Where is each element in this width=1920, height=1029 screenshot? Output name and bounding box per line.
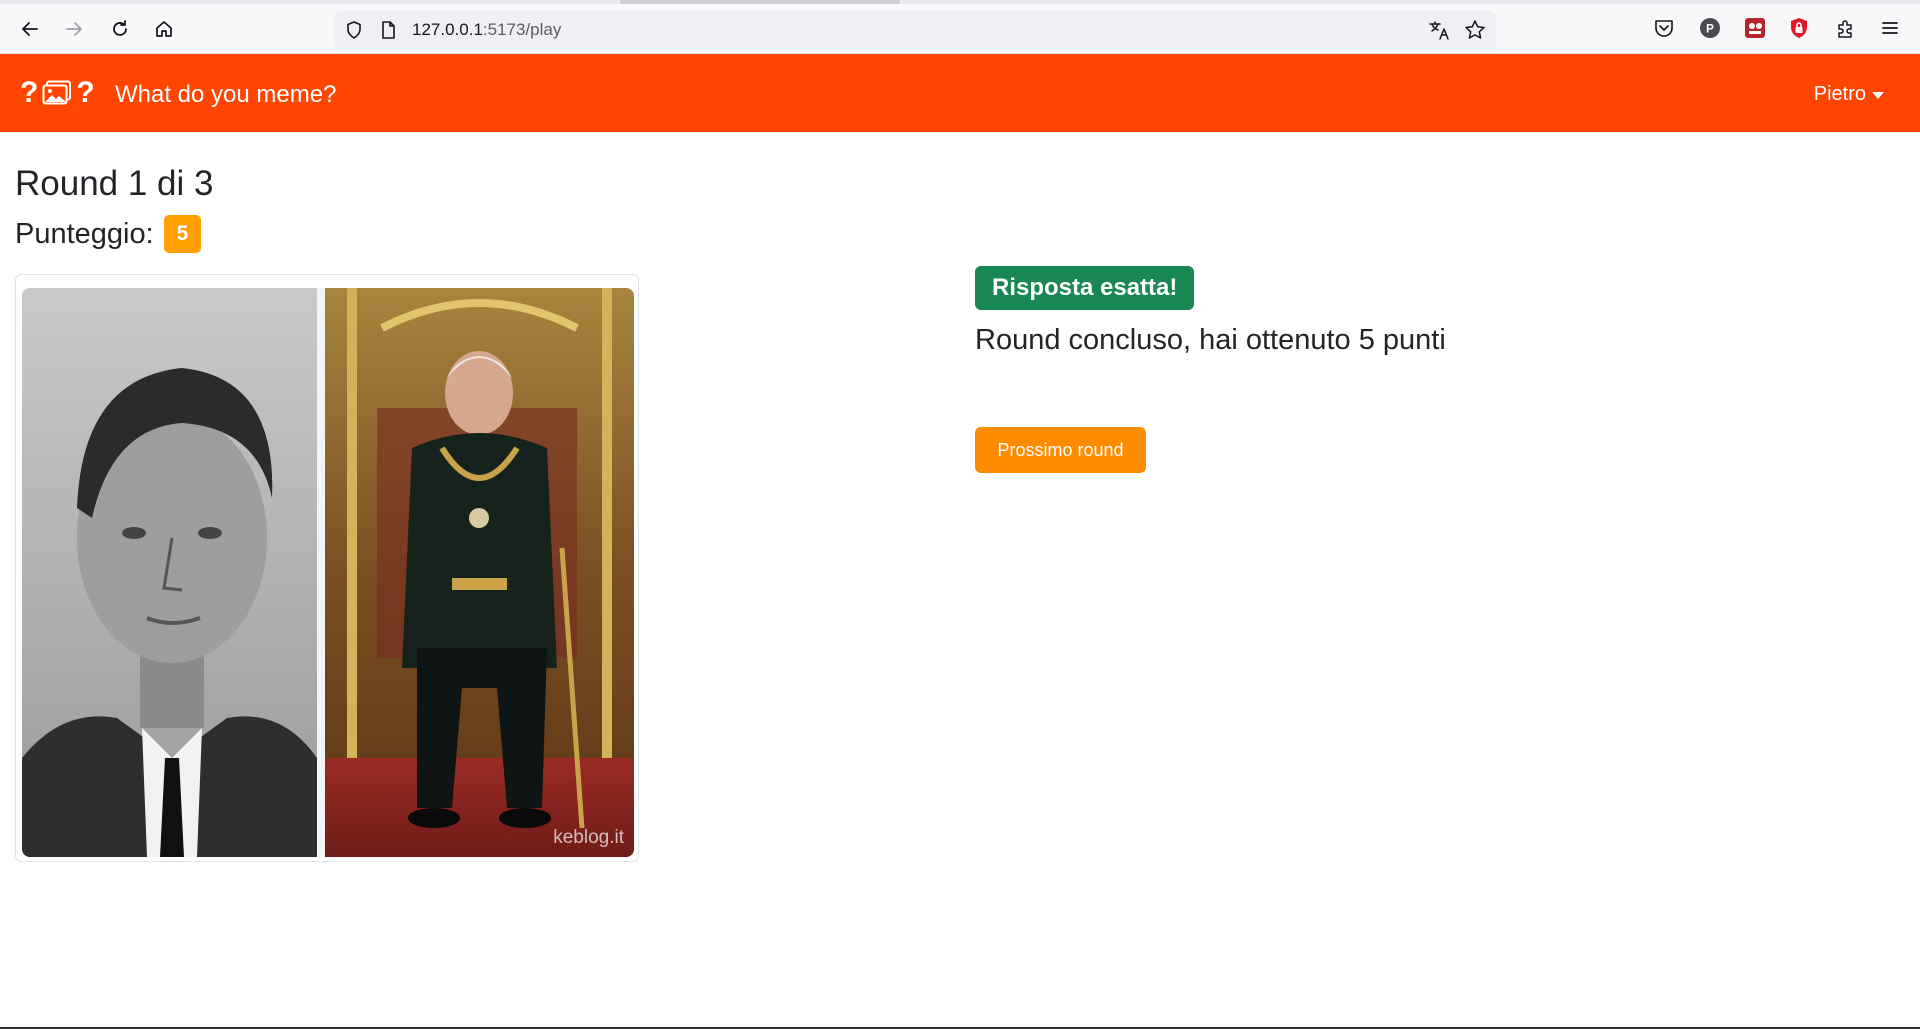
caret-down-icon — [1872, 91, 1884, 99]
meme-watermark: keblog.it — [553, 827, 624, 848]
user-name: Pietro — [1813, 83, 1866, 105]
translate-icon[interactable] — [1428, 19, 1450, 41]
reload-icon[interactable] — [104, 13, 136, 45]
pocket-icon[interactable] — [1652, 16, 1676, 40]
profile-p-icon[interactable]: P — [1698, 16, 1722, 40]
forward-arrow-icon[interactable] — [58, 13, 90, 45]
user-dropdown[interactable]: Pietro — [1814, 82, 1884, 106]
svg-text:P: P — [1706, 22, 1714, 36]
active-tab-edge[interactable] — [620, 0, 900, 4]
meme-image: keblog.it — [22, 288, 634, 857]
url-host: 127.0.0.1 — [412, 20, 483, 39]
app-navbar: ? ? What do you meme? Pietro — [0, 54, 1920, 132]
browser-toolbar: 127.0.0.1:5173/play P — [0, 0, 1920, 54]
menu-icon[interactable] — [1878, 16, 1902, 40]
brand-logo[interactable]: ? ? — [20, 76, 95, 109]
url-path: :5173/play — [482, 20, 562, 39]
next-round-button[interactable]: Prossimo round — [975, 427, 1146, 473]
extension-red-icon[interactable] — [1743, 16, 1767, 40]
result-badge: Risposta esatta! — [975, 266, 1195, 310]
score-badge: 5 — [163, 215, 202, 253]
score-label: Punteggio: — [15, 218, 154, 250]
home-icon[interactable] — [148, 13, 180, 45]
meme-picture — [22, 288, 634, 857]
shield-icon[interactable] — [344, 20, 364, 40]
lock-shield-icon[interactable] — [1787, 16, 1811, 40]
url-text[interactable]: 127.0.0.1:5173/play — [412, 20, 561, 40]
result-message: Round concluso, hai ottenuto 5 punti — [975, 324, 1446, 356]
star-icon[interactable] — [1464, 19, 1486, 41]
url-bar[interactable]: 127.0.0.1:5173/play — [334, 11, 1496, 49]
question-mark-icon: ? — [76, 76, 95, 109]
score-row: Punteggio: 5 — [15, 214, 202, 254]
meme-card: keblog.it — [15, 274, 639, 862]
question-mark-icon: ? — [20, 76, 39, 109]
puzzle-icon[interactable] — [1834, 16, 1858, 40]
images-icon — [42, 80, 72, 105]
back-arrow-icon[interactable] — [14, 13, 46, 45]
page-icon[interactable] — [378, 20, 398, 40]
round-title: Round 1 di 3 — [15, 164, 214, 203]
tab-strip — [0, 0, 1920, 4]
app-title[interactable]: What do you meme? — [115, 80, 336, 110]
